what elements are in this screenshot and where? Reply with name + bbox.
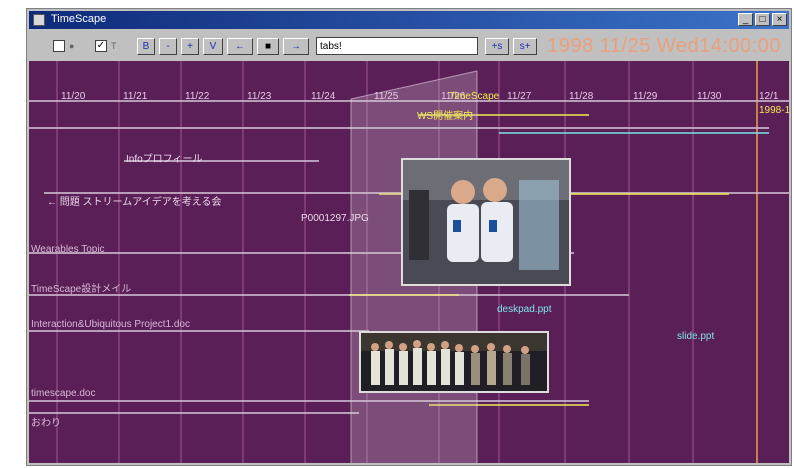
back-button[interactable]: ← xyxy=(227,38,253,55)
dot-icon: ● xyxy=(69,41,75,51)
photo-image xyxy=(361,333,547,391)
app-window: TimeScape _ □ × ● ✓ T B - + V ← ■ → +s s… xyxy=(26,8,792,466)
event-item[interactable]: WS開催案内 xyxy=(417,107,473,122)
date-label: 11/27 xyxy=(507,91,532,102)
minimize-button[interactable]: _ xyxy=(738,13,753,26)
event-item[interactable]: P0001297.JPG xyxy=(301,213,369,224)
event-item[interactable]: deskpad.ppt xyxy=(497,304,552,315)
close-button[interactable]: × xyxy=(772,13,787,26)
photo-thumbnail-group[interactable] xyxy=(359,331,549,393)
event-item[interactable]: ← 問題 ストリームアイデアを考える会 xyxy=(47,193,221,208)
toggle-checkbox-1[interactable] xyxy=(53,40,65,52)
event-item[interactable]: timescape.doc xyxy=(31,388,95,399)
event-item[interactable]: TimeScape xyxy=(449,91,499,102)
date-label: 11/24 xyxy=(311,91,336,102)
date-label: 11/28 xyxy=(569,91,594,102)
date-label: 11/30 xyxy=(697,91,722,102)
bookmark-button[interactable]: B xyxy=(137,38,155,55)
event-item[interactable]: Infoプロフィール xyxy=(126,150,202,165)
next-step-button[interactable]: s+ xyxy=(513,38,537,55)
forward-button[interactable]: → xyxy=(283,38,309,55)
maximize-button[interactable]: □ xyxy=(755,13,770,26)
event-item[interactable]: Wearables Topic xyxy=(31,244,105,255)
stop-button[interactable]: ■ xyxy=(257,38,279,55)
photo-image xyxy=(403,160,569,284)
current-time-display: 1998 11/25 Wed14:00:00 xyxy=(547,35,781,57)
date-label: 11/21 xyxy=(123,91,148,102)
toggle-checkbox-2[interactable]: ✓ xyxy=(95,40,107,52)
date-label: 11/29 xyxy=(633,91,658,102)
view-button[interactable]: V xyxy=(203,38,223,55)
event-item[interactable]: 1998-1 xyxy=(759,105,789,116)
zoom-out-button[interactable]: - xyxy=(159,38,177,55)
date-label: 11/23 xyxy=(247,91,272,102)
zoom-in-button[interactable]: + xyxy=(181,38,199,55)
date-label: 11/25 xyxy=(374,91,399,102)
photo-thumbnail-people[interactable] xyxy=(401,158,571,286)
toolbar: ● ✓ T B - + V ← ■ → +s s+ 1998 11/25 Wed… xyxy=(29,31,789,61)
query-input[interactable] xyxy=(316,37,478,55)
date-label: 11/20 xyxy=(61,91,86,102)
date-label: 11/22 xyxy=(185,91,210,102)
date-label: 12/1 xyxy=(759,91,779,102)
event-item[interactable]: おわり xyxy=(31,414,61,429)
prev-step-button[interactable]: +s xyxy=(485,38,509,55)
app-icon[interactable] xyxy=(33,14,45,26)
title-bar[interactable]: TimeScape _ □ × xyxy=(29,11,789,29)
event-item[interactable]: Interaction&Ubiquitous Project1.doc xyxy=(31,319,190,330)
timeline-view[interactable]: 11/20 11/21 11/22 11/23 11/24 11/25 11/2… xyxy=(29,61,789,463)
event-item[interactable]: slide.ppt xyxy=(677,331,714,342)
event-item[interactable]: TimeScape設計メイル xyxy=(31,280,131,295)
text-toggle-icon: T xyxy=(111,41,117,51)
window-title: TimeScape xyxy=(51,13,107,25)
